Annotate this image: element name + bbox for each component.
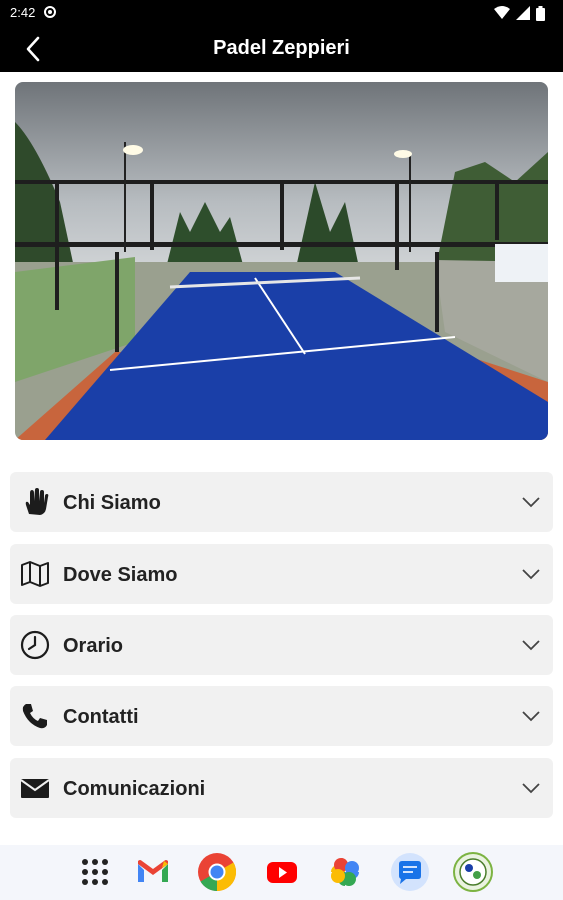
status-time: 2:42 <box>10 5 36 20</box>
signal-icon <box>516 6 530 20</box>
court-photo <box>15 82 548 440</box>
chrome-icon[interactable] <box>197 852 237 892</box>
page-title: Padel Zeppieri <box>213 37 350 59</box>
status-bar: 2:42 <box>0 0 563 26</box>
gmail-icon[interactable] <box>133 852 173 892</box>
phone-icon <box>22 704 47 729</box>
chevron-down-icon[interactable] <box>521 564 541 584</box>
envelope-icon <box>20 779 50 798</box>
app-bar: Padel Zeppieri <box>0 26 563 72</box>
app-dock <box>0 845 563 900</box>
map-icon <box>21 561 49 587</box>
section-dove-siamo[interactable]: Dove Siamo <box>10 544 553 604</box>
chevron-down-icon[interactable] <box>521 778 541 798</box>
section-label: Chi Siamo <box>63 492 161 514</box>
section-label: Comunicazioni <box>63 778 206 800</box>
photos-icon[interactable] <box>325 852 365 892</box>
chevron-down-icon[interactable] <box>521 706 541 726</box>
section-orario[interactable]: Orario <box>10 615 553 675</box>
youtube-icon[interactable] <box>262 852 302 892</box>
app-drawer-icon[interactable] <box>75 852 115 892</box>
chevron-down-icon[interactable] <box>521 492 541 512</box>
section-label: Orario <box>63 635 124 657</box>
padel-app-icon[interactable] <box>453 852 493 892</box>
chevron-down-icon[interactable] <box>521 635 541 655</box>
section-label: Contatti <box>63 706 139 728</box>
section-contatti[interactable]: Contatti <box>10 686 553 746</box>
messages-icon[interactable] <box>390 852 430 892</box>
wifi-icon <box>494 6 510 19</box>
hand-icon <box>25 488 49 515</box>
section-chi-siamo[interactable]: Chi Siamo <box>10 472 553 532</box>
section-label: Dove Siamo <box>63 564 178 586</box>
clock-icon <box>20 630 50 660</box>
notification-icon <box>44 6 56 18</box>
section-comunicazioni[interactable]: Comunicazioni <box>10 758 553 818</box>
battery-icon <box>536 5 545 21</box>
